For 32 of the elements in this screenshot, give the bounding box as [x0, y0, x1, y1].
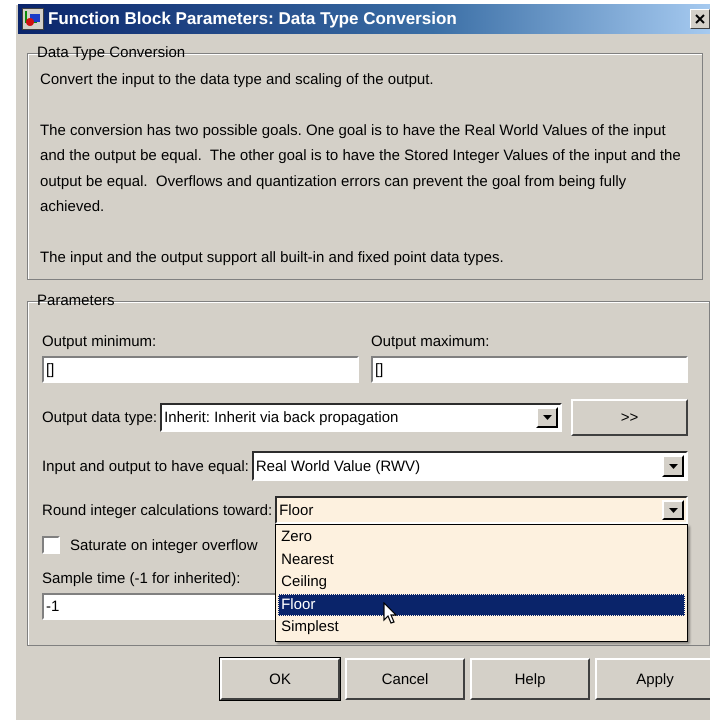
group-title: Data Type Conversion [36, 44, 186, 61]
description-text: The conversion has two possible goals. One goal is to have the Real World Values of the input and the output be equal. The other goal is to have the Stored Integer Values of the input and the output be equal. Overflows and quantization errors can prevent the goal from being fully achieved. [40, 120, 682, 217]
dialog-button[interactable]: Apply [595, 658, 710, 700]
cursor-icon [383, 602, 398, 626]
dropdown-option[interactable]: Zero [278, 526, 685, 548]
dialog-button[interactable]: OK [220, 658, 340, 700]
dropdown-option[interactable]: Ceiling [278, 571, 685, 594]
field-label: Round integer calculations toward: [42, 502, 272, 518]
dialog-button[interactable]: Help [470, 658, 590, 700]
field-label: Sample time (-1 for inherited): [42, 570, 240, 587]
field-label: Input and output to have equal: [42, 458, 249, 474]
app-icon [22, 8, 44, 30]
description-text: The input and the output support all built-in and fixed point data types. [40, 248, 505, 268]
close-button[interactable] [690, 9, 710, 29]
input-field[interactable]: [] [371, 356, 688, 383]
window-title: Function Block Parameters: Data Type Conversion [48, 9, 458, 29]
dialog-button[interactable]: Cancel [345, 658, 465, 700]
data-type-assistant-button[interactable]: >> [571, 399, 688, 436]
description-text: Convert the input to the data type and scaling of the output. [40, 70, 435, 90]
checkbox[interactable] [42, 536, 60, 554]
field-label: Output data type: [42, 409, 158, 426]
field-label: Output maximum: [371, 333, 490, 350]
dropdown-field[interactable]: Real World Value (RWV) [252, 451, 688, 481]
close-icon [695, 14, 705, 24]
dropdown-field[interactable]: Inherit: Inherit via back propagation [160, 403, 562, 432]
dropdown-field[interactable]: Floor [275, 496, 688, 524]
dropdown-option[interactable]: Floor [278, 594, 685, 616]
field-label: Output minimum: [42, 333, 158, 350]
input-field[interactable]: [] [42, 356, 359, 383]
dropdown-option[interactable]: Nearest [278, 548, 685, 571]
group-title: Parameters [36, 292, 116, 309]
checkbox-label: Saturate on integer overflow [70, 536, 258, 554]
